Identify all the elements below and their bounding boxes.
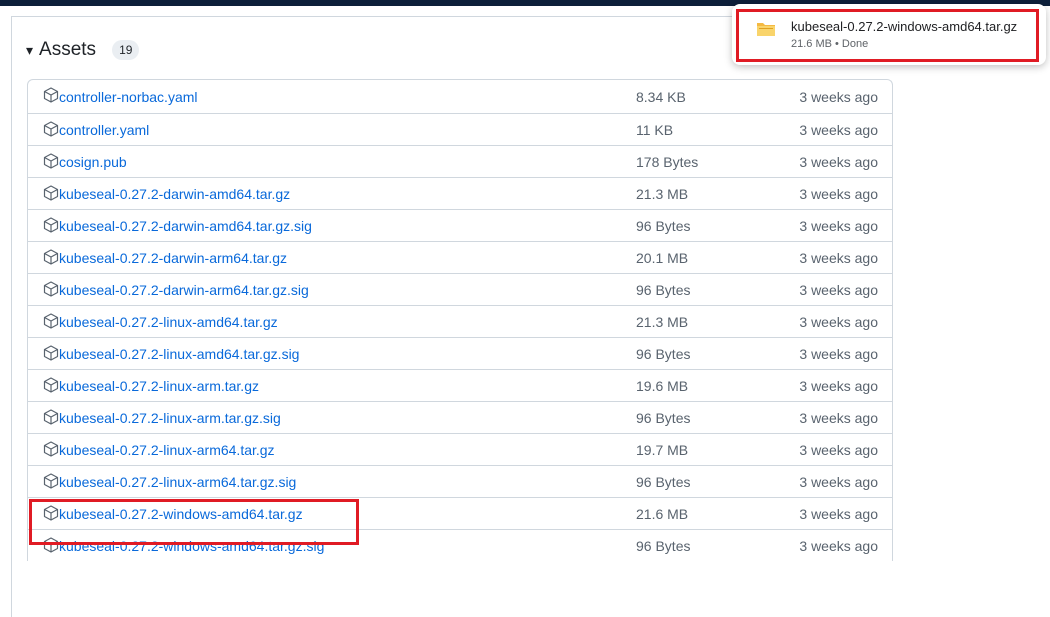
asset-size: 21.3 MB xyxy=(636,185,689,202)
asset-row: kubeseal-0.27.2-linux-amd64.tar.gz.sig 96… xyxy=(28,337,892,369)
asset-date: 3 weeks ago xyxy=(799,121,878,138)
asset-row: kubeseal-0.27.2-linux-arm.tar.gz 19.6 MB 3… xyxy=(28,369,892,401)
asset-date: 3 weeks ago xyxy=(799,153,878,170)
asset-size: 20.1 MB xyxy=(636,249,689,266)
asset-date: 3 weeks ago xyxy=(799,249,878,266)
asset-link[interactable]: kubeseal-0.27.2-darwin-amd64.tar.gz.sig xyxy=(59,218,312,234)
asset-size: 19.7 MB xyxy=(636,441,689,458)
asset-link[interactable]: kubeseal-0.27.2-windows-amd64.tar.gz.sig xyxy=(59,538,324,554)
package-icon xyxy=(43,473,59,489)
asset-date: 3 weeks ago xyxy=(799,345,878,362)
asset-row: kubeseal-0.27.2-linux-arm.tar.gz.sig 96 B… xyxy=(28,401,892,433)
asset-size: 19.6 MB xyxy=(636,377,689,394)
asset-date: 3 weeks ago xyxy=(799,537,878,554)
asset-row: cosign.pub 178 Bytes 3 weeks ago xyxy=(28,145,892,177)
asset-size: 21.3 MB xyxy=(636,313,689,330)
asset-link[interactable]: kubeseal-0.27.2-darwin-arm64.tar.gz.sig xyxy=(59,282,309,298)
asset-date: 3 weeks ago xyxy=(799,377,878,394)
package-icon xyxy=(43,537,59,553)
asset-row: kubeseal-0.27.2-windows-amd64.tar.gz 21.6… xyxy=(28,497,892,529)
asset-size: 96 Bytes xyxy=(636,217,691,234)
download-popup[interactable] xyxy=(732,4,1046,65)
folder-icon xyxy=(757,23,775,36)
asset-row: kubeseal-0.27.2-linux-amd64.tar.gz 21.3 M… xyxy=(28,305,892,337)
package-icon xyxy=(43,121,59,137)
asset-date: 3 weeks ago xyxy=(799,281,878,298)
asset-link[interactable]: kubeseal-0.27.2-linux-arm.tar.gz.sig xyxy=(59,410,281,426)
package-icon xyxy=(43,313,59,329)
asset-date: 3 weeks ago xyxy=(799,409,878,426)
asset-size: 96 Bytes xyxy=(636,281,691,298)
asset-date: 3 weeks ago xyxy=(799,473,878,490)
asset-size: 96 Bytes xyxy=(636,409,691,426)
asset-link[interactable]: kubeseal-0.27.2-windows-amd64.tar.gz xyxy=(59,506,303,522)
asset-link[interactable]: kubeseal-0.27.2-darwin-amd64.tar.gz xyxy=(59,186,290,202)
asset-size: 96 Bytes xyxy=(636,473,691,490)
asset-row: kubeseal-0.27.2-linux-arm64.tar.gz 19.7 M… xyxy=(28,433,892,465)
package-icon xyxy=(43,409,59,425)
package-icon xyxy=(43,377,59,393)
asset-link[interactable]: controller.yaml xyxy=(59,122,149,138)
asset-link[interactable]: kubeseal-0.27.2-linux-arm64.tar.gz.sig xyxy=(59,474,296,490)
asset-link[interactable]: kubeseal-0.27.2-darwin-arm64.tar.gz xyxy=(59,250,287,266)
package-icon xyxy=(43,217,59,233)
assets-header[interactable]: ▾ Assets 19 xyxy=(26,36,140,64)
assets-title[interactable]: Assets xyxy=(39,39,96,61)
package-icon xyxy=(43,441,59,457)
asset-row: kubeseal-0.27.2-linux-arm64.tar.gz.sig 96… xyxy=(28,465,892,497)
package-icon xyxy=(43,153,59,169)
download-status: 21.6 MB • Done xyxy=(791,38,869,50)
asset-link[interactable]: kubeseal-0.27.2-linux-amd64.tar.gz xyxy=(59,314,278,330)
caret-down-icon[interactable]: ▾ xyxy=(26,42,33,59)
asset-link[interactable]: kubeseal-0.27.2-linux-arm.tar.gz xyxy=(59,378,259,394)
package-icon xyxy=(43,345,59,361)
asset-link[interactable]: kubeseal-0.27.2-linux-arm64.tar.gz xyxy=(59,442,275,458)
asset-date: 3 weeks ago xyxy=(799,88,878,105)
package-icon xyxy=(43,281,59,297)
asset-link[interactable]: controller-norbac.yaml xyxy=(59,89,198,105)
asset-size: 11 KB xyxy=(636,121,674,138)
asset-date: 3 weeks ago xyxy=(799,313,878,330)
asset-link[interactable]: cosign.pub xyxy=(59,154,127,170)
asset-row: controller-norbac.yaml 8.34 KB 3 weeks ago xyxy=(28,80,892,113)
assets-list: controller-norbac.yaml 8.34 KB 3 weeks ago… xyxy=(27,79,893,561)
asset-size: 96 Bytes xyxy=(636,345,691,362)
package-icon xyxy=(43,505,59,521)
package-icon xyxy=(43,87,59,103)
asset-row: kubeseal-0.27.2-darwin-arm64.tar.gz 20.1 … xyxy=(28,241,892,273)
asset-date: 3 weeks ago xyxy=(799,441,878,458)
asset-row: controller.yaml 11 KB 3 weeks ago xyxy=(28,113,892,145)
asset-row: kubeseal-0.27.2-darwin-arm64.tar.gz.sig 9… xyxy=(28,273,892,305)
asset-row: kubeseal-0.27.2-windows-amd64.tar.gz.sig… xyxy=(28,529,892,561)
asset-date: 3 weeks ago xyxy=(799,185,878,202)
assets-count-badge: 19 xyxy=(112,40,140,60)
asset-size: 178 Bytes xyxy=(636,153,699,170)
asset-row: kubeseal-0.27.2-darwin-amd64.tar.gz 21.3 … xyxy=(28,177,892,209)
package-icon xyxy=(43,185,59,201)
asset-date: 3 weeks ago xyxy=(799,505,878,522)
package-icon xyxy=(43,249,59,265)
asset-link[interactable]: kubeseal-0.27.2-linux-amd64.tar.gz.sig xyxy=(59,346,299,362)
asset-row: kubeseal-0.27.2-darwin-amd64.tar.gz.sig 9… xyxy=(28,209,892,241)
asset-date: 3 weeks ago xyxy=(799,217,878,234)
asset-size: 21.6 MB xyxy=(636,505,689,522)
asset-size: 96 Bytes xyxy=(636,537,691,554)
download-filename[interactable]: kubeseal-0.27.2-windows-amd64.tar.gz xyxy=(791,19,1017,34)
asset-size: 8.34 KB xyxy=(636,88,686,105)
